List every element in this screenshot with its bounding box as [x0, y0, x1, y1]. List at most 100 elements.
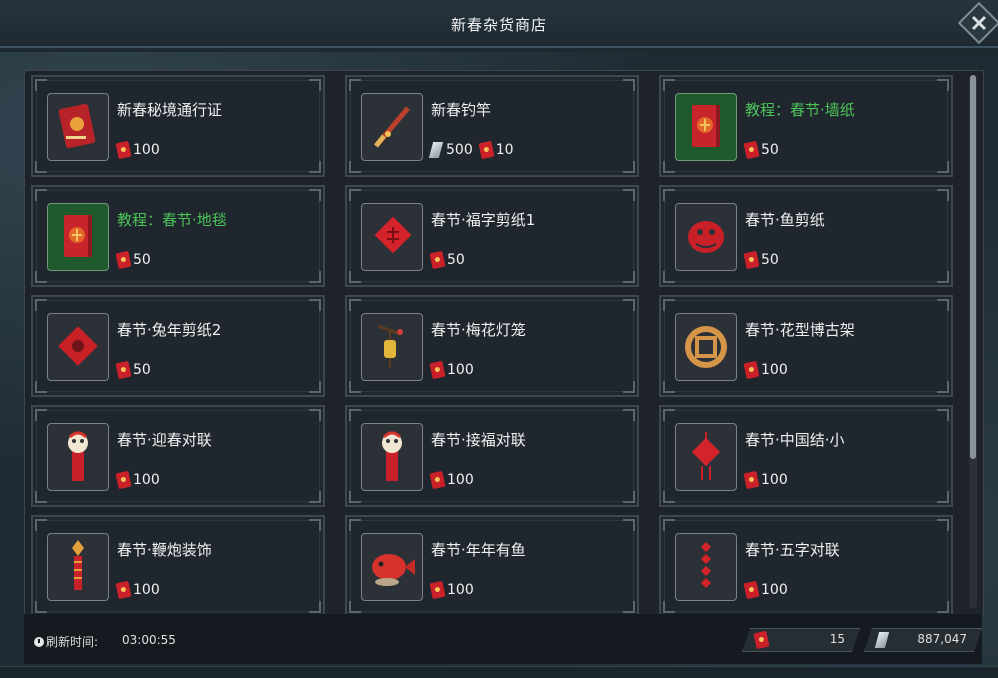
flower-shelf-icon — [675, 313, 737, 381]
item-name: 春节·中国结·小 — [745, 431, 845, 449]
title-divider — [0, 46, 998, 48]
couplet-lion-icon — [361, 423, 423, 491]
shop-item-card[interactable]: 春节·迎春对联 100 — [31, 405, 325, 507]
card-corner-ornament — [663, 519, 675, 531]
item-price: 50 — [743, 250, 783, 270]
shop-item-card[interactable]: 春节·五字对联 100 — [659, 515, 953, 614]
price-amount: 50 — [133, 252, 151, 268]
scrollbar[interactable] — [969, 75, 977, 609]
card-corner-ornament — [35, 409, 47, 421]
couplet-lion-icon — [47, 423, 109, 491]
item-price: 100 — [115, 470, 164, 490]
card-corner-ornament — [349, 519, 361, 531]
close-button[interactable] — [957, 1, 998, 45]
price-amount: 50 — [761, 142, 779, 158]
item-name: 春节·花型博古架 — [745, 321, 855, 339]
shop-item-card[interactable]: 春节·鱼剪纸 50 — [659, 185, 953, 287]
red-envelope-amount: 15 — [829, 632, 845, 646]
price-amount: 100 — [447, 582, 474, 598]
bottom-border — [0, 666, 998, 678]
card-corner-ornament — [623, 79, 635, 91]
firecracker-icon — [47, 533, 109, 601]
card-corner-ornament — [663, 409, 675, 421]
red-envelope-balance: 15 — [742, 628, 860, 652]
shop-item-card[interactable]: 春节·梅花灯笼 100 — [345, 295, 639, 397]
shop-item-card[interactable]: 新春秘境通行证 100 — [31, 75, 325, 177]
item-name: 春节·兔年剪纸2 — [117, 321, 222, 339]
shop-panel: 新春秘境通行证 100 新春钓竿 500 10 教程：春节·墙纸 50 教程：春节·地毯 50 春… — [24, 70, 984, 615]
red-envelope-icon — [478, 140, 495, 160]
shop-item-card[interactable]: 新春钓竿 500 10 — [345, 75, 639, 177]
item-price: 100 — [429, 470, 478, 490]
red-envelope-icon — [743, 140, 760, 160]
price-amount: 500 — [446, 142, 473, 158]
shop-item-card[interactable]: 春节·鞭炮装饰 100 — [31, 515, 325, 614]
price-amount: 100 — [447, 362, 474, 378]
card-corner-ornament — [663, 381, 675, 393]
item-price: 50 — [115, 360, 155, 380]
red-envelope-icon — [115, 250, 132, 270]
item-price: 50 — [743, 140, 783, 160]
card-corner-ornament — [623, 161, 635, 173]
red-envelope-icon — [115, 140, 132, 160]
shop-item-card[interactable]: 春节·年年有鱼 100 — [345, 515, 639, 614]
card-corner-ornament — [309, 491, 321, 503]
five-char-couplet-icon — [675, 533, 737, 601]
shop-item-card[interactable]: 春节·福字剪纸1 50 — [345, 185, 639, 287]
card-corner-ornament — [663, 491, 675, 503]
card-corner-ornament — [623, 271, 635, 283]
scrollbar-thumb[interactable] — [970, 75, 976, 459]
card-corner-ornament — [623, 491, 635, 503]
price-amount: 50 — [133, 362, 151, 378]
red-envelope-icon — [429, 360, 446, 380]
card-corner-ornament — [349, 491, 361, 503]
crystal-icon — [875, 632, 889, 648]
card-corner-ornament — [623, 299, 635, 311]
card-corner-ornament — [349, 381, 361, 393]
red-envelope-icon — [115, 580, 132, 600]
window-title: 新春杂货商店 — [450, 16, 547, 34]
card-corner-ornament — [349, 271, 361, 283]
price-amount: 100 — [761, 362, 788, 378]
card-corner-ornament — [623, 519, 635, 531]
card-corner-ornament — [937, 189, 949, 201]
crystal-icon — [428, 142, 444, 158]
crystal-balance: 887,047 — [864, 628, 982, 652]
card-corner-ornament — [937, 161, 949, 173]
shop-item-card[interactable]: 教程：春节·墙纸 50 — [659, 75, 953, 177]
card-corner-ornament — [937, 409, 949, 421]
card-corner-ornament — [623, 381, 635, 393]
card-corner-ornament — [35, 161, 47, 173]
card-corner-ornament — [349, 161, 361, 173]
card-corner-ornament — [35, 299, 47, 311]
card-corner-ornament — [35, 491, 47, 503]
red-envelope-icon — [429, 580, 446, 600]
item-name: 春节·五字对联 — [745, 541, 840, 559]
item-price: 100 — [115, 140, 164, 160]
card-corner-ornament — [35, 189, 47, 201]
card-corner-ornament — [309, 409, 321, 421]
card-corner-ornament — [309, 381, 321, 393]
card-corner-ornament — [309, 79, 321, 91]
card-corner-ornament — [937, 381, 949, 393]
item-name: 春节·梅花灯笼 — [431, 321, 526, 339]
shop-item-card[interactable]: 教程：春节·地毯 50 — [31, 185, 325, 287]
shop-item-card[interactable]: 春节·花型博古架 100 — [659, 295, 953, 397]
refresh-label: 刷新时间: — [46, 635, 99, 649]
price-amount: 100 — [761, 582, 788, 598]
card-corner-ornament — [35, 519, 47, 531]
price-amount: 100 — [447, 472, 474, 488]
card-corner-ornament — [937, 271, 949, 283]
shop-item-card[interactable]: 春节·兔年剪纸2 50 — [31, 295, 325, 397]
card-corner-ornament — [35, 79, 47, 91]
price-amount: 50 — [761, 252, 779, 268]
item-name: 新春秘境通行证 — [117, 101, 223, 119]
tutorial-book-icon — [47, 203, 109, 271]
item-name: 春节·鱼剪纸 — [745, 211, 825, 229]
price-amount: 100 — [761, 472, 788, 488]
card-corner-ornament — [623, 409, 635, 421]
item-price: 500 10 — [428, 140, 518, 160]
price-amount: 50 — [447, 252, 465, 268]
shop-item-card[interactable]: 春节·中国结·小 100 — [659, 405, 953, 507]
shop-item-card[interactable]: 春节·接福对联 100 — [345, 405, 639, 507]
